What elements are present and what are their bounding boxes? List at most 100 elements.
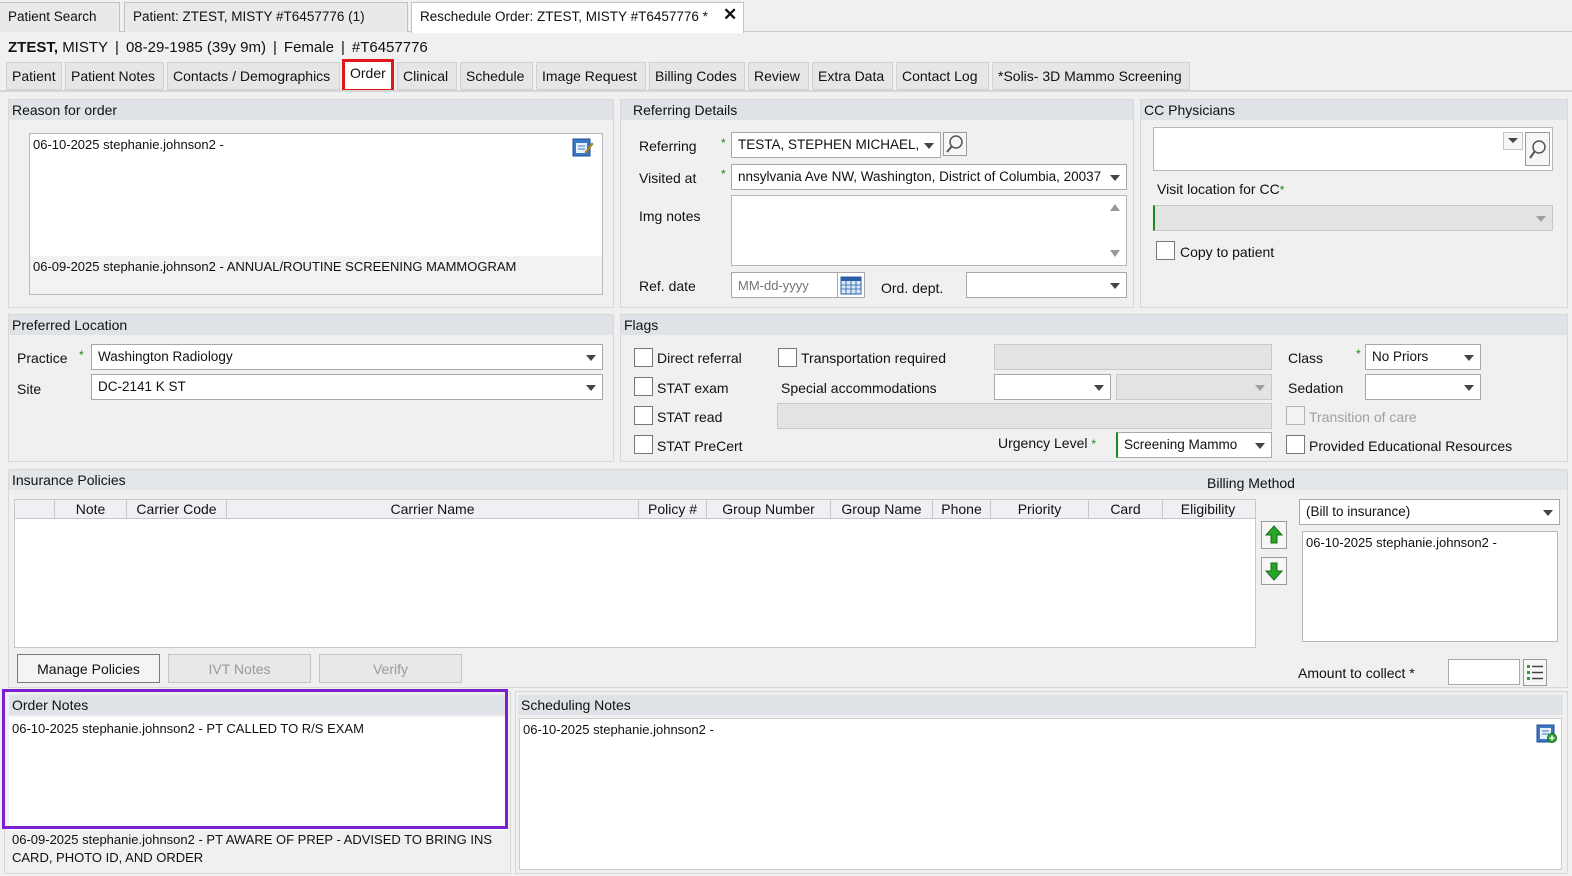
move-up-icon[interactable] [1261,521,1287,549]
column-header-select[interactable] [15,500,55,519]
doc-tab-reschedule-order[interactable]: Reschedule Order: ZTEST, MISTY #T6457776… [411,2,744,33]
tab-schedule[interactable]: Schedule [460,62,533,90]
chevron-down-icon [1464,355,1474,361]
copy-to-patient-checkbox[interactable] [1156,241,1175,260]
tab-clinical[interactable]: Clinical [397,62,457,90]
urgency-level-select[interactable]: Screening Mammo [1116,432,1272,458]
chevron-down-icon [1255,443,1265,449]
column-header-priority[interactable]: Priority [991,500,1089,519]
column-header-group-name[interactable]: Group Name [831,500,933,519]
list-icon[interactable] [1523,659,1547,686]
doc-tab-patient[interactable]: Patient: ZTEST, MISTY #T6457776 (1) [124,2,408,32]
column-header-card[interactable]: Card [1089,500,1163,519]
insurance-policies-panel: Insurance Policies Billing Method Note C… [8,469,1568,688]
stat-precert-checkbox[interactable] [634,435,653,454]
patient-dob: 08-29-1985 (39y 9m) [125,39,267,56]
tab-contact-log[interactable]: Contact Log [896,62,989,90]
billing-method-value: (Bill to insurance) [1306,504,1411,519]
tab-extra-data[interactable]: Extra Data [812,62,893,90]
cc-dropdown-button[interactable] [1503,132,1523,150]
cc-physicians-title: CC Physicians [1141,100,1567,120]
billing-notes-box[interactable]: 06-10-2025 stephanie.johnson2 - [1302,531,1558,642]
scheduling-notes-panel: Scheduling Notes 06-10-2025 stephanie.jo… [515,691,1568,874]
manage-policies-button[interactable]: Manage Policies [17,654,160,683]
tab-order[interactable]: Order [342,59,394,92]
required-marker: * [1279,183,1285,197]
class-select[interactable]: No Priors [1365,344,1481,370]
site-value: DC-2141 K ST [98,379,186,394]
cc-physicians-list[interactable] [1153,127,1553,171]
transportation-details-field[interactable] [994,344,1272,370]
tab-billing-codes[interactable]: Billing Codes [649,62,745,90]
referring-select[interactable]: TESTA, STEPHEN MICHAEL, [731,132,941,158]
referring-value: TESTA, STEPHEN MICHAEL, [738,137,920,152]
scroll-up-icon[interactable] [1110,204,1120,211]
column-header-policy-number[interactable]: Policy # [639,500,707,519]
column-header-group-number[interactable]: Group Number [707,500,831,519]
flags-title: Flags [621,315,1567,335]
column-header-phone[interactable]: Phone [933,500,991,519]
scheduling-notes-box[interactable]: 06-10-2025 stephanie.johnson2 - [519,718,1562,870]
column-header-carrier-name[interactable]: Carrier Name [227,500,639,519]
img-notes-scrollbar[interactable] [1104,196,1126,265]
special-accommodations-detail-select[interactable] [1116,374,1272,400]
tab-patient[interactable]: Patient [6,62,62,90]
chevron-down-icon [1255,385,1265,391]
referring-details-panel: Referring Details Referring * TESTA, STE… [620,99,1134,308]
ord-dept-select[interactable] [966,272,1127,298]
ref-date-input[interactable] [731,272,839,298]
insurance-table[interactable]: Note Carrier Code Carrier Name Policy # … [14,499,1256,648]
close-tab-icon[interactable]: ✕ [723,6,737,23]
educational-resources-checkbox[interactable] [1286,435,1305,454]
ivt-notes-button[interactable]: IVT Notes [168,654,311,683]
tab-contacts-demographics[interactable]: Contacts / Demographics [167,62,340,90]
verify-button[interactable]: Verify [319,654,462,683]
column-header-note[interactable]: Note [55,500,127,519]
column-header-carrier-code[interactable]: Carrier Code [127,500,227,519]
sedation-select[interactable] [1365,374,1481,400]
calendar-icon[interactable] [837,272,865,298]
practice-select[interactable]: Washington Radiology [91,344,603,370]
order-notes-panel: Order Notes 06-10-2025 stephanie.johnson… [4,691,511,874]
scroll-down-icon[interactable] [1110,250,1120,257]
patient-first-name: MISTY [62,39,109,56]
move-down-icon[interactable] [1261,557,1287,585]
stat-exam-checkbox[interactable] [634,377,653,396]
cc-search-icon[interactable] [1525,132,1550,166]
visit-location-cc-select[interactable] [1153,205,1553,231]
referring-details-title: Referring Details [621,100,1133,120]
educational-resources-label: Provided Educational Resources [1309,438,1513,454]
visited-at-select[interactable]: nnsylvania Ave NW, Washington, District … [731,164,1127,190]
transportation-checkbox[interactable] [778,348,797,367]
site-select[interactable]: DC-2141 K ST [91,374,603,400]
transition-of-care-checkbox[interactable] [1286,406,1305,425]
reason-for-order-title: Reason for order [9,100,613,120]
add-note-icon[interactable] [1536,723,1558,744]
direct-referral-checkbox[interactable] [634,348,653,367]
cc-physicians-panel: CC Physicians Visit location for CC* Cop… [1140,99,1568,308]
tab-review[interactable]: Review [748,62,809,90]
amount-to-collect-label: Amount to collect * [1298,665,1415,681]
patient-id: #T6457776 [351,39,428,56]
order-notes-box[interactable]: 06-10-2025 stephanie.johnson2 - PT CALLE… [9,717,508,830]
img-notes-textarea[interactable] [731,195,1127,266]
insurance-table-header: Note Carrier Code Carrier Name Policy # … [15,500,1255,519]
required-marker: * [79,348,84,362]
stat-read-details-field[interactable] [777,403,1272,429]
site-label: Site [17,381,42,397]
column-header-eligibility[interactable]: Eligibility [1163,500,1253,519]
doc-tab-patient-search[interactable]: Patient Search [0,2,120,32]
visit-location-cc-label: Visit location for CC* [1157,181,1285,197]
amount-to-collect-input[interactable] [1448,659,1520,685]
order-note-current: 06-10-2025 stephanie.johnson2 - PT CALLE… [12,721,364,736]
tab-solis-3d-mammo[interactable]: *Solis- 3D Mammo Screening [992,62,1190,90]
tab-patient-notes[interactable]: Patient Notes [65,62,164,90]
transportation-label: Transportation required [801,350,947,366]
referring-search-icon[interactable] [943,132,967,156]
special-accommodations-select[interactable] [994,374,1111,400]
edit-note-icon[interactable] [572,137,594,158]
billing-method-select[interactable]: (Bill to insurance) [1299,499,1560,525]
reason-notes-box[interactable]: 06-10-2025 stephanie.johnson2 - 06-09-20… [29,133,603,295]
stat-read-checkbox[interactable] [634,406,653,425]
tab-image-request[interactable]: Image Request [536,62,646,90]
